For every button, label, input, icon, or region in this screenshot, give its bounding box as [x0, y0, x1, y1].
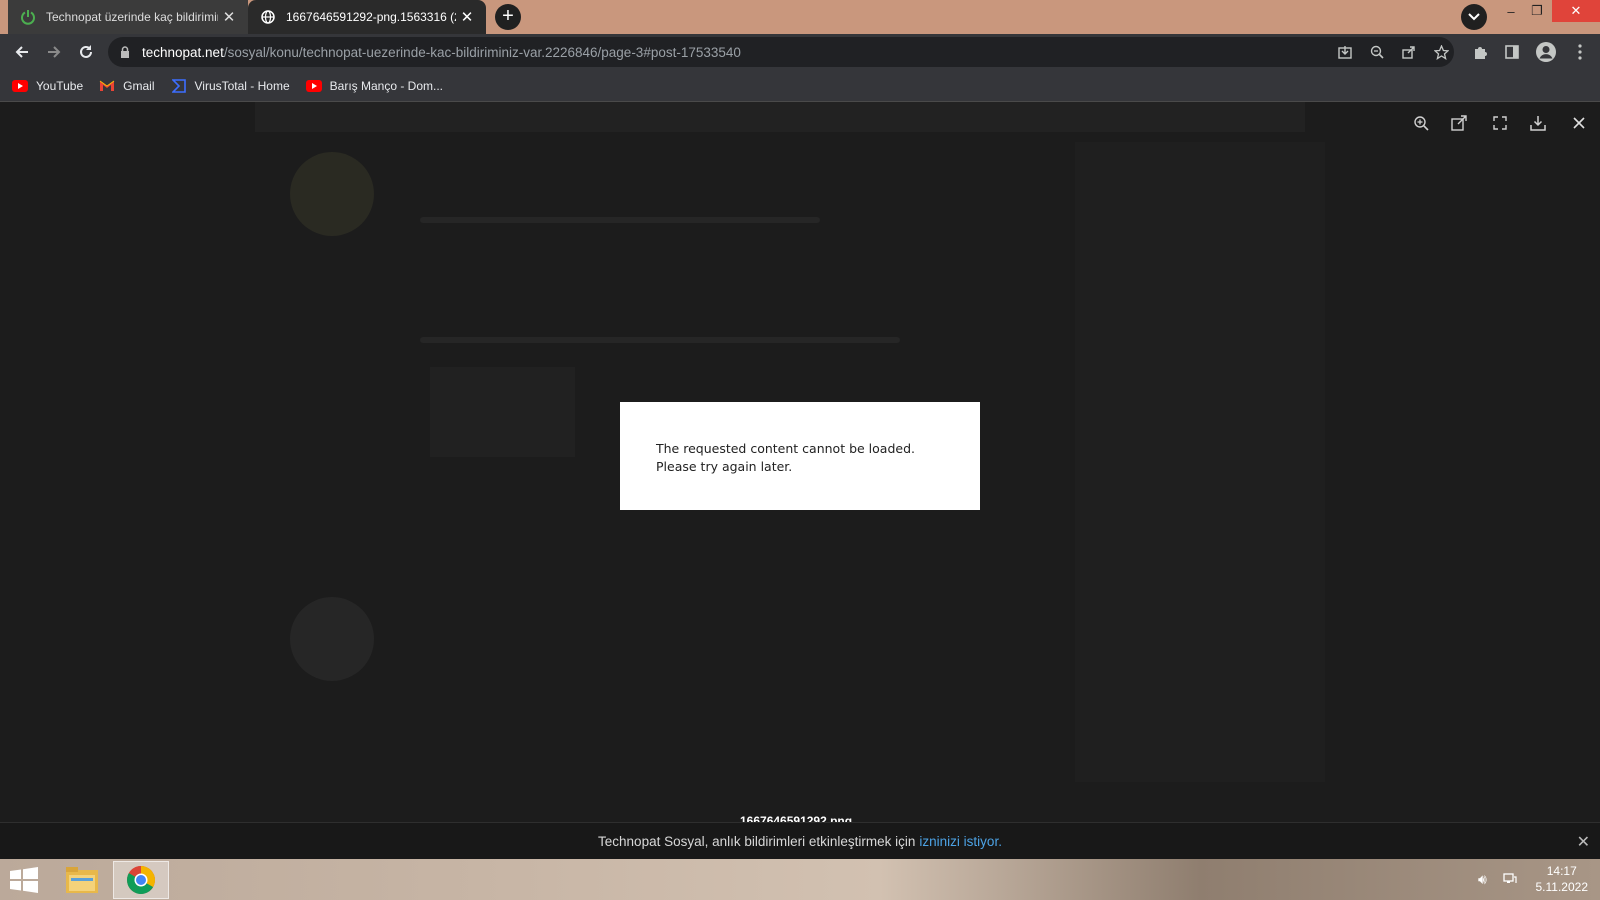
url-text: technopat.net/sosyal/konu/technopat-ueze… — [142, 44, 741, 60]
bookmark-gmail[interactable]: Gmail — [99, 78, 155, 93]
tab-search-button[interactable] — [1461, 4, 1487, 30]
lightbox-overlay: The requested content cannot be loaded. … — [0, 102, 1600, 822]
download-icon — [1530, 116, 1546, 131]
avatar-icon — [1536, 42, 1556, 62]
new-tab-button[interactable]: + — [495, 4, 521, 30]
image-caption: 1667646591292.png — [740, 814, 853, 822]
zoom-icon[interactable] — [1366, 41, 1388, 63]
error-message-line2: Please try again later. — [656, 459, 793, 474]
arrow-right-icon — [48, 46, 61, 58]
side-panel-icon — [1505, 45, 1519, 59]
bookmark-label: Gmail — [123, 78, 155, 93]
arrow-left-icon — [15, 46, 28, 58]
virustotal-icon — [171, 78, 187, 93]
open-external-button[interactable] — [1448, 112, 1470, 134]
tab-title: 1667646591292-png.1563316 (265 — [286, 10, 456, 24]
network-icon[interactable] — [1503, 871, 1517, 888]
youtube-icon — [12, 79, 28, 93]
bookmark-virustotal[interactable]: VirusTotal - Home — [171, 79, 290, 93]
error-dialog: The requested content cannot be loaded. … — [620, 402, 980, 510]
clock-date: 5.11.2022 — [1535, 880, 1589, 894]
chrome-icon — [127, 866, 155, 894]
fullscreen-icon — [1493, 116, 1507, 130]
download-button[interactable] — [1527, 112, 1549, 134]
fullscreen-button[interactable] — [1489, 112, 1511, 134]
bookmark-label: YouTube — [36, 78, 84, 93]
background-avatar — [290, 152, 374, 236]
close-window-button[interactable]: ✕ — [1552, 0, 1600, 22]
taskbar-file-explorer[interactable] — [54, 861, 110, 899]
bookmark-star-icon[interactable] — [1430, 41, 1452, 63]
reload-icon — [80, 45, 92, 58]
folder-icon — [66, 867, 98, 893]
background-image — [430, 367, 575, 457]
background-avatar — [290, 597, 374, 681]
share-icon[interactable] — [1398, 41, 1420, 63]
background-text — [420, 337, 900, 343]
extensions-button[interactable] — [1468, 40, 1492, 64]
windows-logo-icon — [10, 867, 38, 893]
taskbar-chrome[interactable] — [113, 861, 169, 899]
power-icon — [20, 9, 36, 25]
profile-button[interactable] — [1534, 40, 1558, 64]
external-link-icon — [1451, 115, 1467, 131]
lock-icon — [108, 46, 142, 58]
bookmarks-bar: YouTube Gmail VirusTotal - Home Barış Ma… — [0, 70, 1600, 102]
windows-start-button[interactable] — [10, 867, 38, 893]
chevron-down-icon — [1468, 13, 1480, 21]
notification-text: Technopat Sosyal, anlık bildirimleri etk… — [598, 833, 916, 849]
background-sidebar — [1075, 142, 1325, 782]
kebab-menu-icon — [1578, 44, 1582, 60]
back-button[interactable] — [10, 40, 34, 64]
notification-permission-bar: Technopat Sosyal, anlık bildirimleri etk… — [0, 822, 1600, 859]
error-message-line1: The requested content cannot be loaded. — [656, 441, 915, 456]
close-lightbox-button[interactable] — [1568, 112, 1590, 134]
gmail-icon — [99, 79, 115, 93]
bookmark-baris-manco[interactable]: Barış Manço - Dom... — [305, 78, 444, 93]
bookmark-youtube[interactable]: YouTube — [12, 79, 83, 93]
bookmark-label: VirusTotal - Home — [194, 78, 290, 93]
notification-close-button[interactable]: ✕ — [1577, 832, 1590, 852]
forward-button[interactable] — [42, 40, 66, 64]
close-icon — [1573, 117, 1585, 129]
youtube-icon — [305, 79, 322, 93]
bookmark-label: Barış Manço - Dom... — [329, 78, 444, 93]
system-clock[interactable]: 14:17 5.11.2022 — [1536, 863, 1589, 895]
clock-time: 14:17 — [1546, 864, 1577, 878]
reload-button[interactable] — [74, 40, 98, 64]
address-bar[interactable]: technopat.net/sosyal/konu/technopat-ueze… — [108, 37, 1454, 67]
menu-button[interactable] — [1568, 40, 1592, 64]
install-app-icon[interactable] — [1334, 41, 1356, 63]
globe-icon — [260, 9, 276, 25]
puzzle-icon — [1475, 47, 1487, 59]
tab-close-button[interactable]: ✕ — [218, 8, 240, 26]
windows-taskbar: 🔊︎ 14:17 5.11.2022 — [0, 859, 1600, 900]
volume-icon[interactable]: 🔊︎ — [1478, 871, 1487, 888]
tab-image[interactable]: 1667646591292-png.1563316 (265 ✕ — [248, 0, 486, 34]
zoom-in-icon — [1414, 116, 1429, 131]
background-nav — [255, 102, 1305, 132]
notification-permission-link[interactable]: izninizi istiyor. — [919, 834, 1002, 849]
tab-title: Technopat üzerinde kaç bildiriminiz var — [46, 10, 218, 24]
zoom-in-button[interactable] — [1410, 112, 1432, 134]
title-bar: Technopat üzerinde kaç bildiriminiz var … — [0, 0, 1600, 34]
browser-toolbar: technopat.net/sosyal/konu/technopat-ueze… — [0, 34, 1600, 70]
tab-technopat[interactable]: Technopat üzerinde kaç bildiriminiz var … — [8, 0, 248, 34]
background-text — [420, 217, 820, 223]
side-panel-button[interactable] — [1500, 40, 1524, 64]
tab-close-button[interactable]: ✕ — [456, 8, 478, 26]
